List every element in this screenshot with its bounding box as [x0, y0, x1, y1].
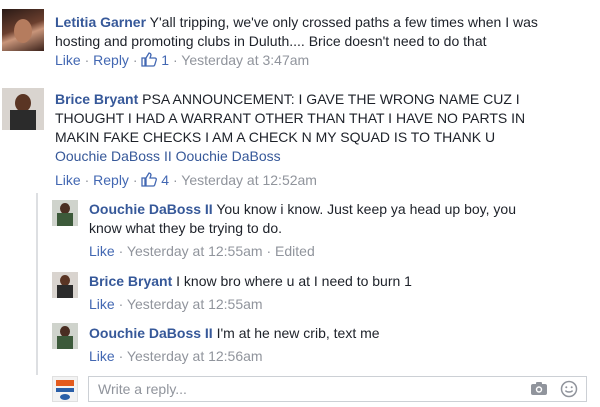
- comment-author[interactable]: Letitia Garner: [55, 14, 146, 30]
- reply-body: Brice Bryant I know bro where u at I nee…: [89, 272, 589, 291]
- comment-brice: Brice Bryant PSA ANNOUNCEMENT: I GAVE TH…: [55, 90, 595, 190]
- avatar[interactable]: [2, 9, 44, 51]
- like-count[interactable]: 1: [141, 52, 173, 68]
- reply-text-line-1: You know i know. Just keep ya head up bo…: [216, 201, 516, 217]
- reply-meta: Like · Yesterday at 12:55am: [89, 296, 263, 312]
- reply-timestamp[interactable]: Yesterday at 12:55am: [127, 243, 263, 259]
- like-button[interactable]: Like: [55, 52, 81, 68]
- reply-author[interactable]: Oouchie DaBoss II: [89, 201, 213, 217]
- avatar[interactable]: [52, 323, 78, 349]
- reply-meta: Like · Yesterday at 12:55am · Edited: [89, 243, 315, 259]
- comment-letitia: Letitia Garner Y'all tripping, we've onl…: [55, 13, 595, 70]
- reply-brice: Brice Bryant I know bro where u at I nee…: [89, 272, 589, 314]
- camera-icon[interactable]: [530, 380, 548, 396]
- reply-ouchie-1: Oouchie DaBoss II You know i know. Just …: [89, 200, 589, 261]
- reply-author[interactable]: Oouchie DaBoss II: [89, 325, 213, 341]
- comment-body: Letitia Garner Y'all tripping, we've onl…: [55, 13, 595, 51]
- comment-meta: Like · Reply · 4 · Yesterday at 12:52am: [55, 172, 317, 188]
- comment-meta: Like · Reply · 1 · Yesterday at 3:47am: [55, 52, 310, 68]
- like-count[interactable]: 4: [141, 172, 173, 188]
- like-button[interactable]: Like: [89, 296, 115, 312]
- comment-text-line-1: Y'all tripping, we've only crossed paths…: [149, 14, 538, 30]
- reply-text-line-1: I know bro where u at I need to burn 1: [176, 273, 412, 289]
- like-button[interactable]: Like: [89, 348, 115, 364]
- comment-text-line-1: PSA ANNOUNCEMENT: I GAVE THE WRONG NAME …: [142, 91, 520, 107]
- avatar[interactable]: [52, 272, 78, 298]
- edited-label[interactable]: Edited: [275, 243, 315, 259]
- reply-thread-line: [36, 193, 38, 375]
- comment-timestamp[interactable]: Yesterday at 12:52am: [181, 172, 317, 188]
- reply-timestamp[interactable]: Yesterday at 12:55am: [127, 296, 263, 312]
- reply-input-icons: [530, 380, 578, 398]
- thumbs-up-icon: [141, 52, 158, 67]
- reply-text-line-2: know what they be trying to do.: [89, 220, 282, 236]
- reply-timestamp[interactable]: Yesterday at 12:56am: [127, 348, 263, 364]
- comment-timestamp[interactable]: Yesterday at 3:47am: [181, 52, 309, 68]
- reply-input[interactable]: Write a reply...: [88, 376, 587, 402]
- tagged-users[interactable]: Oouchie DaBoss II Oouchie DaBoss: [55, 148, 281, 164]
- current-user-avatar: [52, 376, 78, 402]
- comment-text-line-3: MAKIN FAKE CHECKS I AM A CHECK N MY SQUA…: [55, 129, 496, 145]
- reply-body: Oouchie DaBoss II You know i know. Just …: [89, 200, 589, 238]
- reply-input-placeholder: Write a reply...: [98, 381, 187, 397]
- reply-author[interactable]: Brice Bryant: [89, 273, 172, 289]
- comment-author[interactable]: Brice Bryant: [55, 91, 138, 107]
- comment-text-line-2: hosting and promoting clubs in Duluth...…: [55, 33, 487, 49]
- comment-text-line-2: THOUGHT I HAD A WARRANT OTHER THAN THAT …: [55, 110, 526, 126]
- reply-ouchie-2: Oouchie DaBoss II I'm at he new crib, te…: [89, 324, 589, 366]
- avatar[interactable]: [2, 88, 44, 130]
- reply-body: Oouchie DaBoss II I'm at he new crib, te…: [89, 324, 589, 343]
- avatar[interactable]: [52, 200, 78, 226]
- reply-meta: Like · Yesterday at 12:56am: [89, 348, 263, 364]
- like-button[interactable]: Like: [55, 172, 81, 188]
- reply-text-line-1: I'm at he new crib, text me: [216, 325, 380, 341]
- emoji-icon[interactable]: [560, 380, 578, 398]
- reply-button[interactable]: Reply: [93, 52, 129, 68]
- thumbs-up-icon: [141, 172, 158, 187]
- comment-body: Brice Bryant PSA ANNOUNCEMENT: I GAVE TH…: [55, 90, 595, 166]
- like-button[interactable]: Like: [89, 243, 115, 259]
- reply-button[interactable]: Reply: [93, 172, 129, 188]
